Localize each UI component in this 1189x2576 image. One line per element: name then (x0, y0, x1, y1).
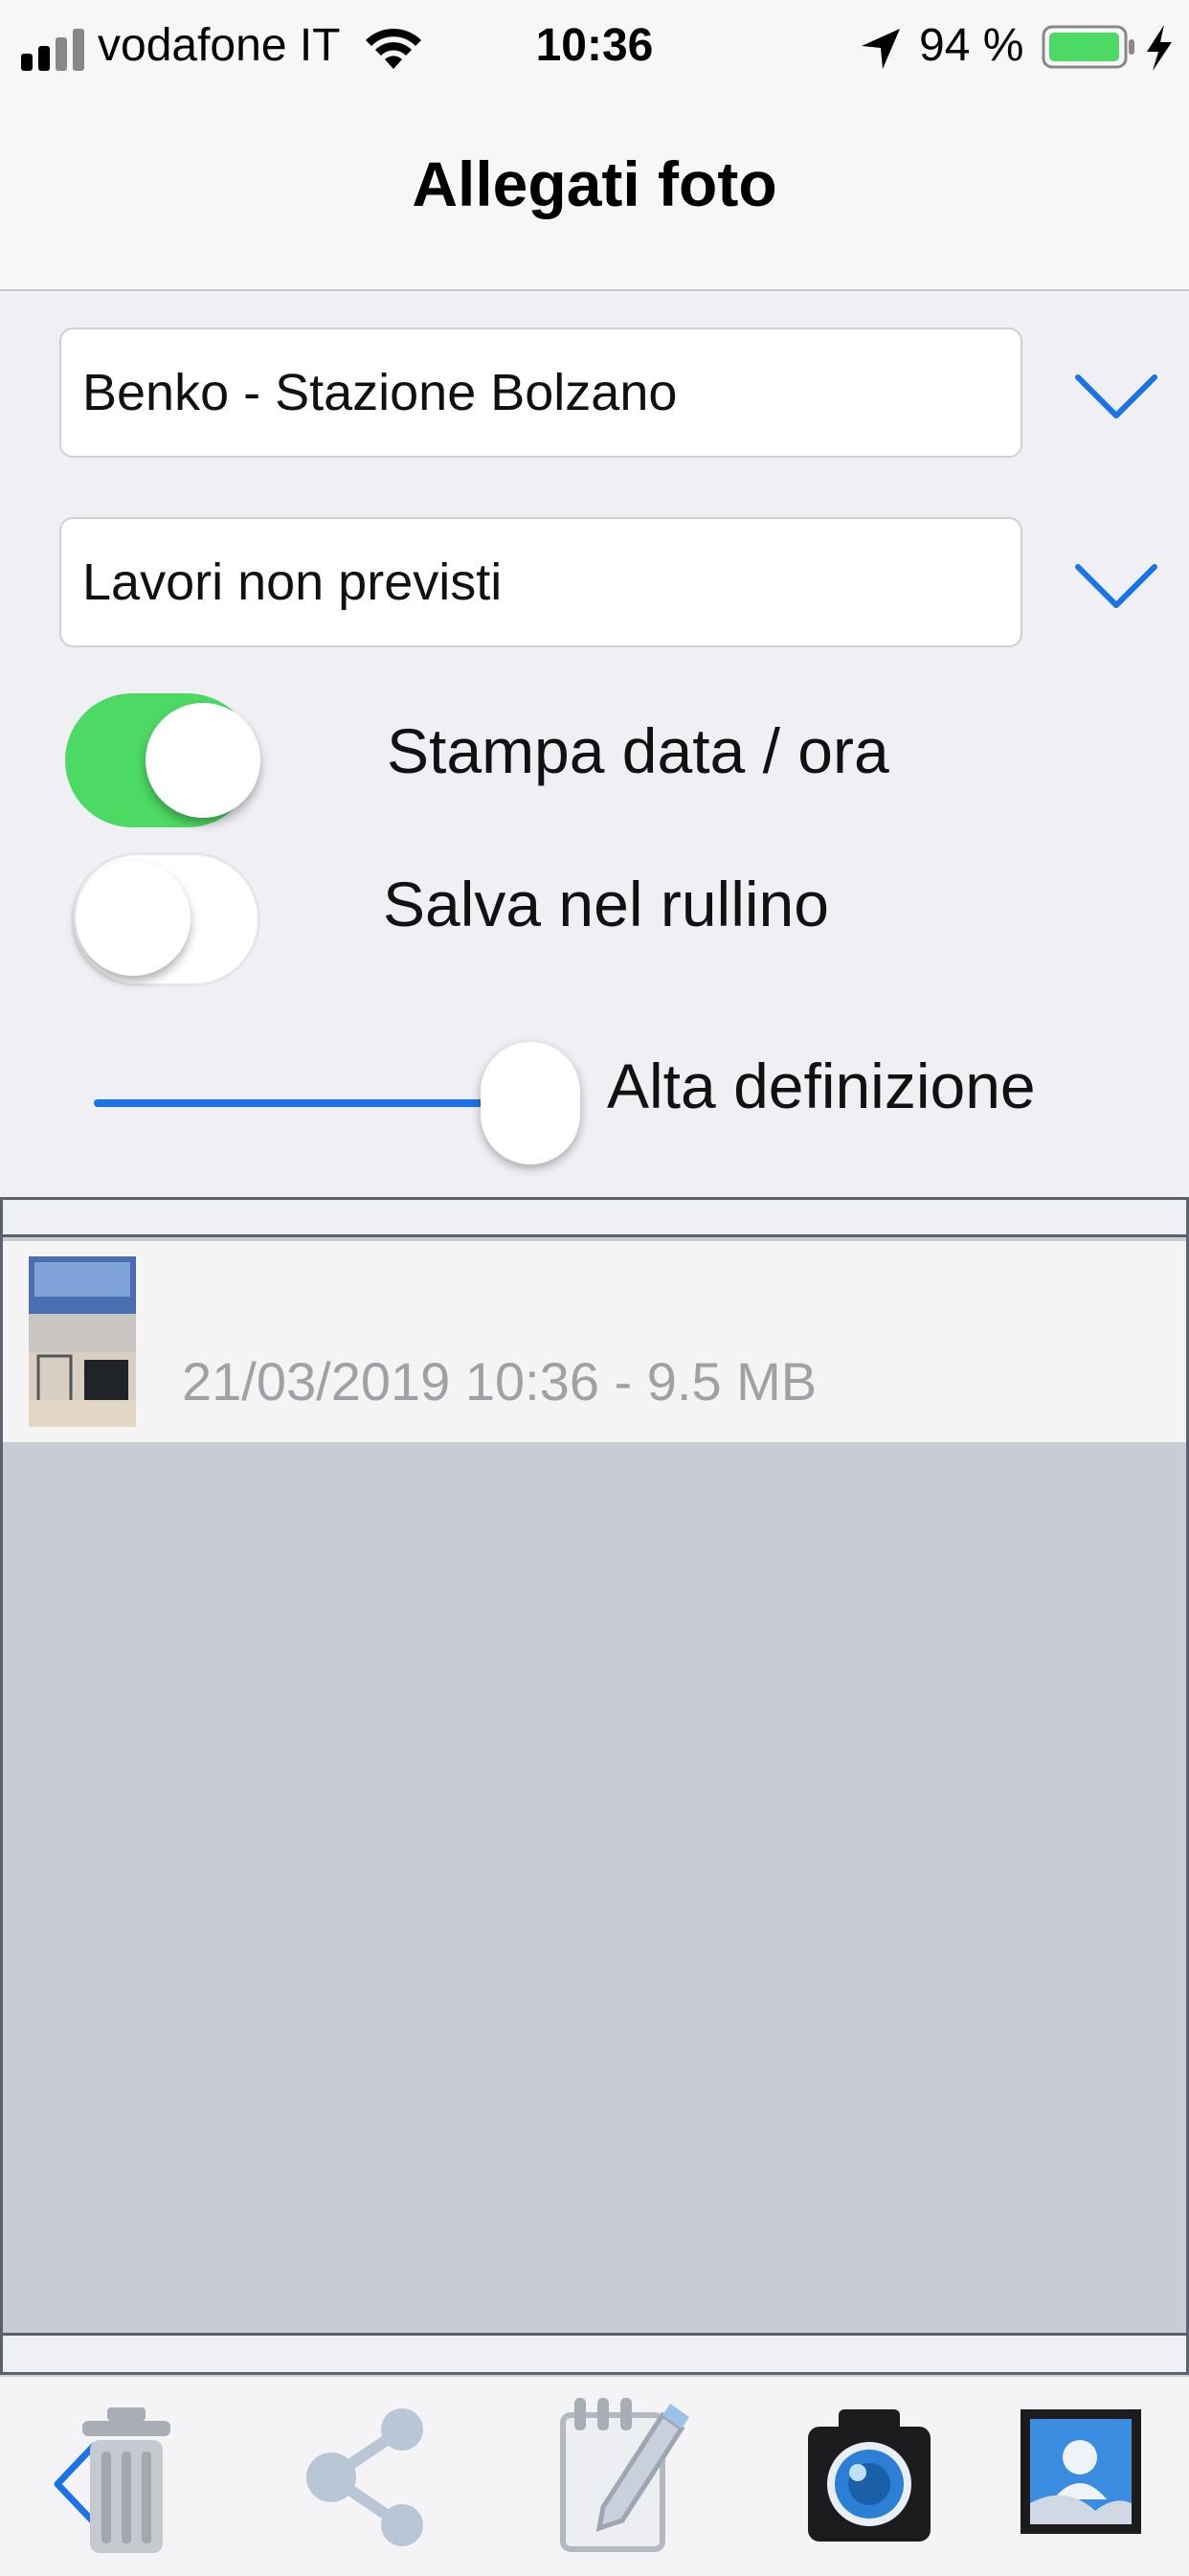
attachment-meta: 21/03/2019 10:36 - 9.5 MB (182, 1351, 818, 1412)
photo-thumbnail[interactable] (29, 1256, 136, 1427)
print-datetime-label: Stampa data / ora (387, 715, 889, 786)
status-bar: vodafone IT 10:36 94 % (0, 0, 1189, 92)
location-select[interactable]: Benko - Stazione Bolzano (59, 328, 1022, 458)
location-arrow-icon (862, 29, 900, 69)
quality-slider-track[interactable] (94, 1099, 486, 1107)
quality-slider-thumb[interactable] (481, 1042, 580, 1164)
list-header-bar (0, 1197, 1189, 1237)
chevron-down-icon[interactable] (1070, 349, 1162, 441)
charging-bolt-icon (1147, 25, 1172, 71)
save-to-roll-toggle[interactable] (71, 852, 260, 986)
battery-icon (1042, 25, 1134, 69)
trash-icon[interactable] (79, 2404, 174, 2557)
print-datetime-toggle[interactable] (65, 693, 260, 827)
battery-percent: 94 % (919, 20, 1024, 71)
edit-note-icon[interactable] (555, 2392, 689, 2555)
gallery-icon[interactable] (1019, 2407, 1143, 2536)
toggle-knob (146, 703, 260, 818)
chevron-down-icon[interactable] (1070, 538, 1162, 630)
quality-label: Alta definizione (607, 1051, 1036, 1121)
page-title: Allegati foto (412, 148, 777, 219)
toggle-knob (76, 861, 191, 976)
save-to-roll-label: Salva nel rullino (383, 869, 829, 939)
category-select[interactable]: Lavori non previsti (59, 517, 1022, 647)
camera-icon[interactable] (804, 2404, 934, 2547)
share-icon[interactable] (303, 2406, 431, 2549)
navigation-bar: Allegati foto (0, 92, 1189, 291)
list-footer-bar (0, 2333, 1189, 2375)
